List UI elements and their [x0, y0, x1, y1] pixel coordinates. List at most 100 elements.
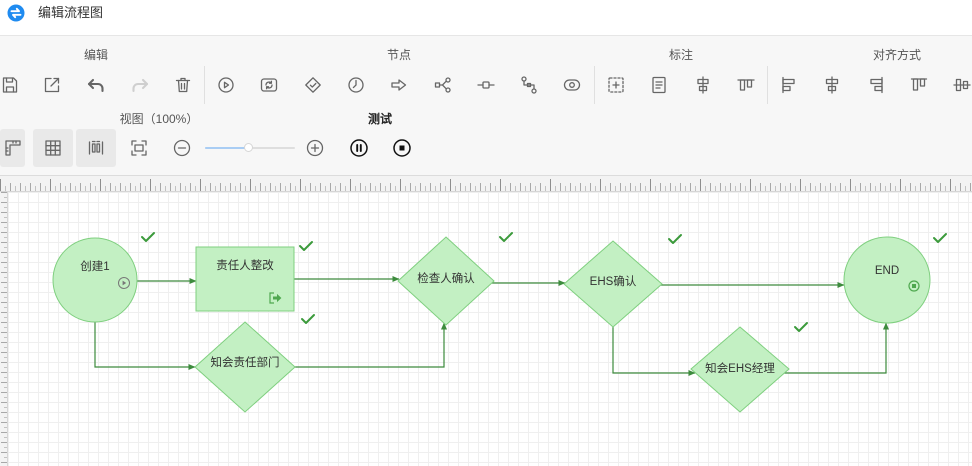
zoom-out-icon — [173, 139, 191, 157]
grid-toggle-button[interactable] — [43, 138, 63, 158]
align-right-icon — [870, 76, 883, 94]
add-end-node-button[interactable] — [562, 75, 582, 95]
node-label: EHS确认 — [590, 275, 637, 288]
align-center-button[interactable] — [822, 75, 842, 95]
node-ehs-confirm[interactable]: EHS确认 — [563, 240, 663, 328]
add-connector-button[interactable] — [519, 75, 539, 95]
gateway-icon — [305, 77, 321, 93]
sub-process-icon — [260, 78, 278, 92]
ruler-toggle-button[interactable] — [3, 138, 23, 158]
node-label: 检查人确认 — [417, 271, 475, 285]
node-inspect[interactable]: 检查人确认 — [397, 236, 495, 326]
zoom-slider-fill — [205, 147, 249, 149]
add-start-node-button[interactable] — [216, 75, 236, 95]
align-middle-button[interactable] — [952, 75, 972, 95]
toolbar-divider — [767, 66, 768, 104]
send-icon — [391, 79, 407, 91]
stop-icon — [393, 139, 411, 157]
export-icon — [44, 77, 60, 93]
delete-button[interactable] — [173, 75, 193, 95]
add-timer-button[interactable] — [346, 75, 366, 95]
edge-notify-dept-to-inspect[interactable] — [295, 322, 448, 368]
add-gateway-button[interactable] — [303, 75, 323, 95]
edge-ehs-confirm-to-notify-ehs[interactable] — [612, 327, 696, 377]
start-node-shape — [52, 237, 138, 323]
add-sub-process-button[interactable] — [259, 75, 279, 95]
flowchart: 创建1 责任人整改 检查人确认 EHS确认 END 知会责任部门 知会EHS经理 — [52, 232, 947, 413]
align-horizontal-button[interactable] — [736, 75, 756, 95]
view-group-label: 视图（100%） — [119, 112, 199, 126]
align-vertical-button[interactable] — [693, 75, 713, 95]
node-label: 知会责任部门 — [211, 355, 280, 369]
zoom-in-button[interactable] — [305, 138, 325, 158]
timer-icon — [348, 77, 364, 93]
check-icon — [299, 241, 313, 251]
app-logo-icon — [6, 3, 26, 23]
redo-icon — [132, 78, 149, 93]
align-top-button[interactable] — [909, 75, 929, 95]
pause-icon — [350, 139, 368, 157]
document-icon — [652, 76, 666, 94]
node-rectify[interactable]: 责任人整改 — [195, 246, 295, 312]
pause-button[interactable] — [349, 138, 369, 158]
check-icon — [794, 322, 808, 332]
add-box-annotation-button[interactable] — [606, 75, 626, 95]
zoom-in-icon — [306, 139, 324, 157]
node-label: 责任人整改 — [216, 258, 274, 272]
edit-group-label: 编辑 — [83, 48, 108, 62]
align-group-label: 对齐方式 — [872, 48, 921, 62]
zoom-out-button[interactable] — [172, 138, 192, 158]
ruler-icon — [5, 140, 21, 156]
node-label: END — [875, 265, 899, 277]
toolbar-divider — [594, 66, 595, 104]
node-end[interactable]: END — [843, 236, 931, 324]
align-right-button[interactable] — [866, 75, 886, 95]
zoom-slider[interactable] — [205, 143, 295, 152]
distribute-icon — [88, 140, 104, 155]
check-icon — [301, 314, 315, 324]
grid-icon — [45, 140, 61, 156]
add-text-annotation-button[interactable] — [649, 75, 669, 95]
fit-screen-button[interactable] — [129, 138, 149, 158]
test-group-label: 测试 — [367, 112, 392, 126]
node-label: 知会EHS经理 — [705, 361, 775, 375]
page-title: 编辑流程图 — [38, 5, 104, 20]
save-icon — [2, 77, 18, 93]
branch-icon — [434, 77, 451, 93]
align-vertical-icon — [697, 76, 709, 94]
align-left-icon — [782, 76, 795, 94]
line-node-icon — [477, 81, 495, 89]
align-center-icon — [825, 76, 839, 94]
check-icon — [668, 234, 682, 244]
add-send-button[interactable] — [389, 75, 409, 95]
end-node-icon — [563, 79, 581, 91]
undo-button[interactable] — [86, 75, 106, 95]
toolbar-divider — [204, 66, 205, 104]
dashed-box-icon — [608, 77, 624, 93]
distribute-toggle-button[interactable] — [86, 138, 106, 158]
export-button[interactable] — [42, 75, 62, 95]
redo-button[interactable] — [130, 75, 150, 95]
zoom-slider-handle[interactable] — [243, 143, 253, 152]
edge-create-to-notify-dept[interactable] — [94, 322, 196, 371]
title-bar — [0, 0, 972, 36]
align-horizontal-icon — [737, 79, 755, 91]
check-icon — [933, 233, 947, 243]
add-line-node-button[interactable] — [476, 75, 496, 95]
delete-icon — [175, 77, 191, 93]
node-create[interactable]: 创建1 — [52, 237, 138, 323]
add-branch-button[interactable] — [433, 75, 453, 95]
node-label: 创建1 — [80, 259, 109, 273]
align-left-button[interactable] — [779, 75, 799, 95]
horizontal-ruler — [0, 175, 972, 192]
node-notify-ehs[interactable]: 知会EHS经理 — [690, 326, 790, 413]
fit-screen-icon — [131, 140, 147, 156]
node-notify-dept[interactable]: 知会责任部门 — [194, 321, 296, 413]
node-group-label: 节点 — [386, 48, 411, 62]
undo-icon — [87, 78, 104, 93]
stop-button[interactable] — [392, 138, 412, 158]
check-icon — [141, 232, 155, 242]
align-middle-icon — [953, 78, 971, 92]
save-button[interactable] — [0, 75, 20, 95]
start-node-icon — [218, 77, 234, 93]
